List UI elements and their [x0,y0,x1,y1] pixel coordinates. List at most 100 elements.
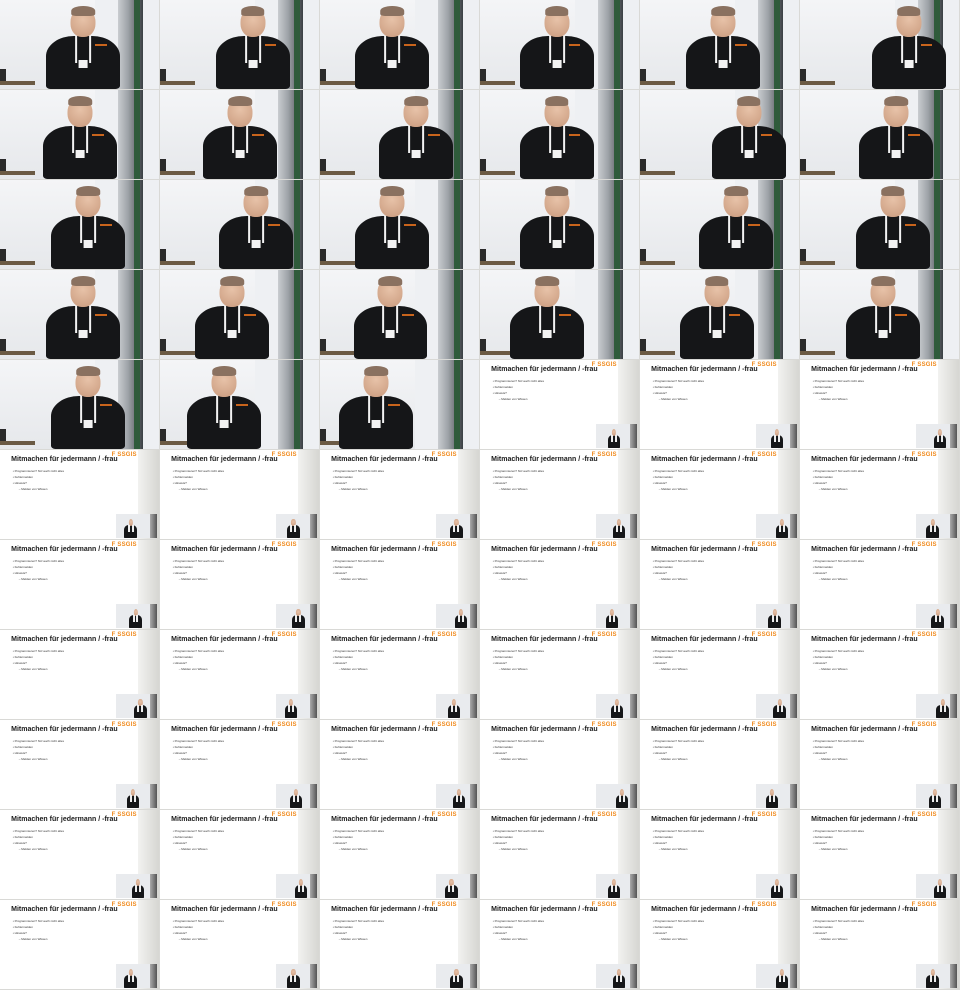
slide-bullet: • Programmieren? Nö! auch nicht alles [812,468,864,473]
slide-frame: F SSGIS Mitmachen für jedermann / -frau • … [640,720,799,809]
slide-bullets: • Programmieren? Nö! auch nicht alles • F… [813,738,864,762]
speaker [856,186,930,269]
speaker-inset [436,784,478,809]
slide-bullet: – Melden von Wissen [338,756,368,761]
speaker-frame [800,0,959,89]
speaker-inset [596,514,638,539]
slide-title: Mitmachen für jedermann / -frau [11,636,118,644]
slide-title: Mitmachen für jedermann / -frau [651,546,758,554]
slide-title: Mitmachen für jedermann / -frau [811,726,918,734]
slide-bullet: • Programmieren? Nö! auch nicht alles [652,828,704,833]
speaker-inset [276,604,318,629]
slide-bullets: • Programmieren? Nö! auch nicht alles • F… [333,918,384,942]
slide-bullet: – Melden von Wissen [338,666,368,671]
speaker [699,186,773,269]
slide-title: Mitmachen für jedermann / -frau [651,726,758,734]
slide-bullets: • Programmieren? Nö! auch nicht alles • F… [493,558,544,582]
slide-frame: F SSGIS Mitmachen für jedermann / -frau • … [800,810,959,899]
slide-bullet: – Melden von Wissen [818,396,848,401]
slide-bullets: • Programmieren? Nö! auch nicht alles • F… [173,648,224,672]
slide-frame: F SSGIS Mitmachen für jedermann / -frau • … [800,720,959,809]
slide-bullets: • Programmieren? Nö! auch nicht alles • F… [173,738,224,762]
speaker-inset [436,964,478,989]
speaker-inset [596,784,638,809]
slide-bullet: • Programmieren? Nö! auch nicht alles [652,468,704,473]
slide-title: Mitmachen für jedermann / -frau [331,726,438,734]
speaker-frame [160,90,319,179]
slide-bullets: • Programmieren? Nö! auch nicht alles • F… [13,648,64,672]
slide-frame: F SSGIS Mitmachen für jedermann / -frau • … [800,450,959,539]
speaker-inset [756,964,798,989]
slide-bullet: • Programmieren? Nö! auch nicht alles [492,828,544,833]
slide-title: Mitmachen für jedermann / -frau [651,456,758,464]
slide-bullet: • Programmieren? Nö! auch nicht alles [812,558,864,563]
slide-title: Mitmachen für jedermann / -frau [331,636,438,644]
slide-frame: F SSGIS Mitmachen für jedermann / -frau • … [160,720,319,809]
speaker-frame [160,0,319,89]
slide-bullet: • Programmieren? Nö! auch nicht alles [172,918,224,923]
slide-bullet: – Melden von Wissen [658,846,688,851]
slide-title: Mitmachen für jedermann / -frau [11,726,118,734]
speaker-inset [116,964,158,989]
slide-bullet: • Programmieren? Nö! auch nicht alles [172,738,224,743]
slide-title: Mitmachen für jedermann / -frau [171,456,278,464]
slide-bullets: • Programmieren? Nö! auch nicht alles • F… [493,738,544,762]
slide-frame: F SSGIS Mitmachen für jedermann / -frau • … [480,630,639,719]
speaker [216,6,290,89]
slide-title: Mitmachen für jedermann / -frau [811,816,918,824]
slide-bullets: • Programmieren? Nö! auch nicht alles • F… [653,918,704,942]
speaker-inset [116,514,158,539]
slide-frame: F SSGIS Mitmachen für jedermann / -frau • … [160,810,319,899]
speaker [520,96,594,179]
slide-bullet: • Programmieren? Nö! auch nicht alles [812,918,864,923]
slide-bullet: • Programmieren? Nö! auch nicht alles [332,558,384,563]
slide-title: Mitmachen für jedermann / -frau [11,456,118,464]
slide-bullet: – Melden von Wissen [178,756,208,761]
slide-bullets: • Programmieren? Nö! auch nicht alles • F… [13,918,64,942]
slide-frame: F SSGIS Mitmachen für jedermann / -frau • … [640,450,799,539]
slide-frame: F SSGIS Mitmachen für jedermann / -frau • … [640,540,799,629]
slide-bullet: – Melden von Wissen [178,486,208,491]
slide-bullet: – Melden von Wissen [338,486,368,491]
slide-frame: F SSGIS Mitmachen für jedermann / -frau • … [320,900,479,989]
speaker-inset [276,964,318,989]
slide-bullets: • Programmieren? Nö! auch nicht alles • F… [173,828,224,852]
speaker [859,96,933,179]
slide-title: Mitmachen für jedermann / -frau [651,366,758,374]
slide-bullets: • Programmieren? Nö! auch nicht alles • F… [173,468,224,492]
slide-title: Mitmachen für jedermann / -frau [811,456,918,464]
speaker-inset [916,694,958,719]
slide-bullets: • Programmieren? Nö! auch nicht alles • F… [813,468,864,492]
slide-bullets: • Programmieren? Nö! auch nicht alles • F… [653,558,704,582]
speaker-frame [320,90,479,179]
slide-title: Mitmachen für jedermann / -frau [651,816,758,824]
speaker-inset [436,604,478,629]
slide-frame: F SSGIS Mitmachen für jedermann / -frau • … [320,540,479,629]
slide-bullet: – Melden von Wissen [18,936,48,941]
speaker-frame [640,270,799,359]
speaker-inset [916,424,958,449]
slide-title: Mitmachen für jedermann / -frau [171,816,278,824]
slide-bullet: – Melden von Wissen [18,846,48,851]
slide-bullet: – Melden von Wissen [658,396,688,401]
speaker [219,186,293,269]
speaker [520,6,594,89]
slide-bullet: – Melden von Wissen [498,486,528,491]
slide-frame: F SSGIS Mitmachen für jedermann / -frau • … [480,450,639,539]
slide-bullet: • Programmieren? Nö! auch nicht alles [332,648,384,653]
slide-bullets: • Programmieren? Nö! auch nicht alles • F… [813,828,864,852]
speaker-frame [480,180,639,269]
speaker-frame [800,270,959,359]
slide-title: Mitmachen für jedermann / -frau [491,816,598,824]
slide-bullet: • Programmieren? Nö! auch nicht alles [812,738,864,743]
slide-bullet: • Programmieren? Nö! auch nicht alles [332,828,384,833]
slide-bullet: • Programmieren? Nö! auch nicht alles [12,468,64,473]
slide-bullets: • Programmieren? Nö! auch nicht alles • F… [653,828,704,852]
slide-frame: F SSGIS Mitmachen für jedermann / -frau • … [320,810,479,899]
slide-bullet: – Melden von Wissen [658,666,688,671]
slide-bullet: • Programmieren? Nö! auch nicht alles [172,468,224,473]
slide-frame: F SSGIS Mitmachen für jedermann / -frau • … [800,360,959,449]
speaker-frame [320,270,479,359]
speaker-inset [116,694,158,719]
slide-bullet: – Melden von Wissen [658,756,688,761]
